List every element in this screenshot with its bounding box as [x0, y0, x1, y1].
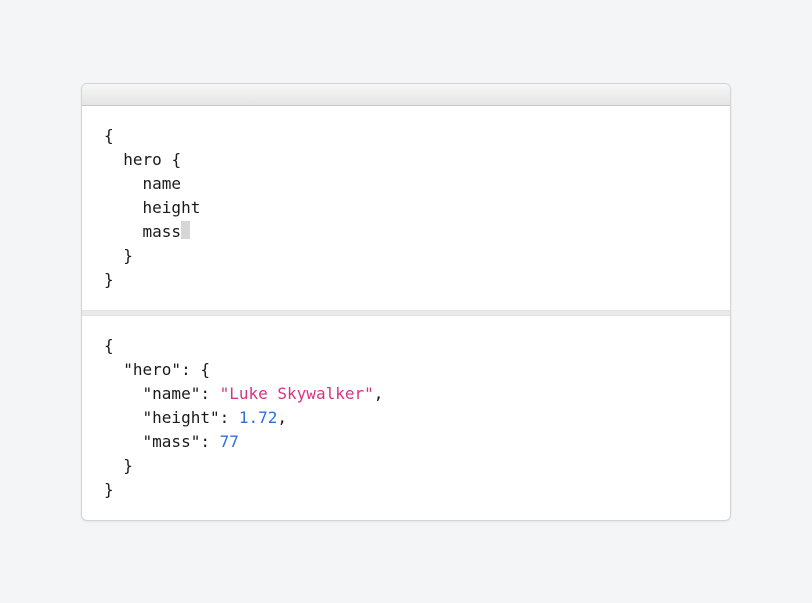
name-value: "Luke Skywalker" — [220, 384, 374, 403]
colon: : — [200, 384, 210, 403]
brace-close: } — [104, 480, 114, 499]
code-window: { hero { name height mass } } { "hero": … — [81, 83, 731, 521]
colon: : — [200, 432, 210, 451]
brace-close: } — [123, 246, 133, 265]
brace-close: } — [123, 456, 133, 475]
response-pane[interactable]: { "hero": { "name": "Luke Skywalker", "h… — [82, 316, 730, 520]
brace-open: { — [200, 360, 210, 379]
colon: : — [181, 360, 191, 379]
comma: , — [374, 384, 384, 403]
mass-key: "mass" — [143, 432, 201, 451]
field-name: name — [143, 174, 182, 193]
hero-keyword: hero — [123, 150, 162, 169]
field-height: height — [143, 198, 201, 217]
comma: , — [277, 408, 287, 427]
mass-value: 77 — [220, 432, 239, 451]
field-mass: mass — [143, 222, 182, 241]
query-pane[interactable]: { hero { name height mass } } — [82, 106, 730, 310]
brace-open: { — [171, 150, 181, 169]
brace-close: } — [104, 270, 114, 289]
brace-open: { — [104, 126, 114, 145]
height-value: 1.72 — [239, 408, 278, 427]
name-key: "name" — [143, 384, 201, 403]
colon: : — [220, 408, 230, 427]
hero-key: "hero" — [123, 360, 181, 379]
brace-open: { — [104, 336, 114, 355]
text-cursor — [181, 221, 190, 239]
height-key: "height" — [143, 408, 220, 427]
window-titlebar — [82, 84, 730, 106]
